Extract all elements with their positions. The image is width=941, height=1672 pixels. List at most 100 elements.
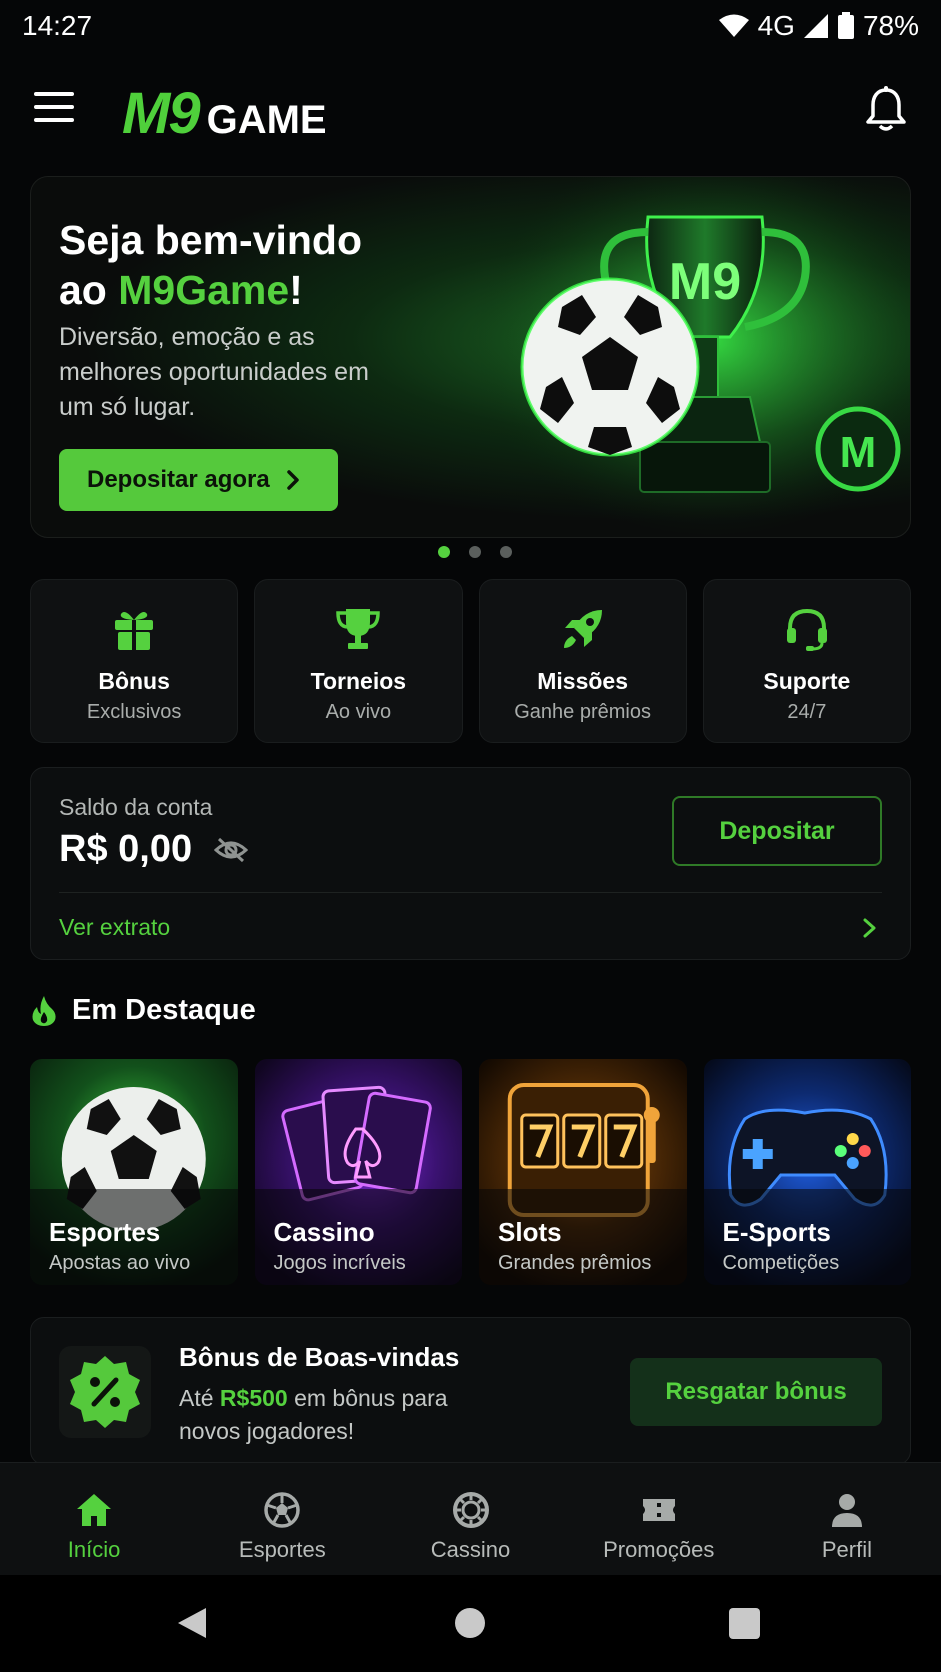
logo-word: GAME (206, 98, 327, 142)
signal-icon (803, 14, 828, 38)
app-header: M9 GAME (0, 62, 941, 158)
battery-level: 78% (862, 10, 919, 41)
menu-icon-line (34, 92, 74, 96)
status-indicators: 4G 78% (718, 10, 919, 42)
ball-icon (264, 1492, 301, 1528)
eye-off-icon[interactable] (214, 836, 249, 864)
feature-missions[interactable]: Missões Ganhe prêmios (478, 579, 687, 743)
card-subtitle: Apostas ao vivo (49, 1252, 191, 1274)
card-title: E-Sports (722, 1217, 831, 1247)
nav-profile[interactable]: Perfil (753, 1463, 941, 1575)
carousel-dot[interactable] (468, 546, 481, 558)
nav-casino[interactable]: Cassino (376, 1463, 564, 1575)
trophy-engraving: M9 (669, 253, 741, 311)
card-subtitle: Jogos incríveis (273, 1252, 406, 1274)
feature-subtitle: 24/7 (787, 701, 827, 723)
claim-bonus-button[interactable]: Resgatar bônus (630, 1358, 882, 1426)
view-statement-link[interactable]: Ver extrato (59, 914, 170, 941)
feature-tiles: Bônus Exclusivos Torneios Ao vivo Missõe… (30, 579, 911, 743)
hero-title-prefix: ao (59, 267, 119, 313)
bonus-amount: R$500 (219, 1385, 288, 1411)
deposit-now-button[interactable]: Depositar agora (59, 449, 338, 511)
percent-badge-icon (70, 1356, 140, 1428)
bonus-badge (59, 1346, 151, 1438)
card-subtitle: Competições (722, 1252, 840, 1274)
feature-title: Suporte (763, 668, 851, 694)
balance-amount-row: R$ 0,00 (59, 828, 249, 871)
feature-bonus[interactable]: Bônus Exclusivos (30, 579, 239, 743)
hero-banner[interactable]: M9 M Seja bem-vindo ao M9Game! Diversão,… (30, 176, 911, 538)
carousel-dot[interactable] (437, 546, 450, 558)
feature-title: Torneios (310, 668, 407, 694)
feature-support[interactable]: Suporte 24/7 (702, 579, 911, 743)
carousel-indicator (0, 546, 941, 558)
nav-label: Promoções (603, 1537, 715, 1562)
card-casino[interactable]: Cassino Jogos incríveis (254, 1059, 462, 1285)
card-title: Slots (498, 1217, 562, 1247)
feature-tournaments[interactable]: Torneios Ao vivo (254, 579, 463, 743)
notification-bell-icon[interactable] (865, 86, 907, 132)
system-navigation-bar (0, 1575, 941, 1672)
balance-label: Saldo da conta (59, 794, 213, 820)
menu-icon-line (34, 105, 74, 109)
chevron-right-icon[interactable] (860, 914, 880, 942)
fire-icon (32, 995, 56, 1026)
card-subtitle: Grandes prêmios (498, 1252, 652, 1274)
nav-promotions[interactable]: Promoções (565, 1463, 753, 1575)
bonus-text-prefix: Até (179, 1385, 220, 1411)
trophy-icon (336, 609, 381, 649)
card-title: Esportes (49, 1217, 161, 1247)
status-bar: 14:27 4G 78% (0, 0, 941, 52)
home-icon (77, 1494, 112, 1526)
logo-mark: M9 (122, 81, 201, 146)
ticket-icon (642, 1499, 675, 1521)
status-time: 14:27 (22, 10, 93, 41)
bottom-navigation: Início Esportes Cassino Promoções Perfil (0, 1462, 941, 1575)
highlight-cards: Esportes Apostas ao vivo Cassino Jogos i… (30, 1059, 911, 1285)
back-icon[interactable] (174, 1605, 210, 1641)
highlights-title: Em Destaque (72, 994, 256, 1026)
hero-title: Seja bem-vindo ao M9Game! (59, 215, 419, 315)
brand-logo[interactable]: M9 GAME (122, 80, 327, 147)
feature-subtitle: Ao vivo (325, 701, 392, 723)
nav-sports[interactable]: Esportes (188, 1463, 376, 1575)
card-slots[interactable]: Slots Grandes prêmios (479, 1059, 687, 1285)
deposit-button[interactable]: Depositar (672, 796, 882, 866)
hero-title-line1: Seja bem-vindo (59, 217, 363, 263)
wifi-icon (718, 14, 749, 37)
card-title: Cassino (273, 1217, 375, 1247)
nav-home[interactable]: Início (0, 1463, 188, 1575)
coin-engraving: M (840, 428, 877, 477)
casino-chip-icon (452, 1492, 489, 1528)
nav-label: Cassino (430, 1537, 511, 1562)
carousel-dot[interactable] (499, 546, 512, 558)
battery-icon (837, 12, 854, 39)
gift-icon (115, 612, 154, 650)
balance-card: Saldo da conta R$ 0,00 Depositar Ver ext… (30, 767, 911, 960)
rocket-icon (563, 610, 602, 648)
card-esports[interactable]: E-Sports Competições (703, 1059, 911, 1285)
recent-apps-button[interactable] (729, 1608, 760, 1639)
welcome-bonus-card: Bônus de Boas-vindas Até R$500 em bônus … (30, 1317, 911, 1465)
chevron-right-icon (286, 470, 299, 490)
nav-label: Perfil (821, 1537, 872, 1562)
feature-subtitle: Exclusivos (86, 701, 182, 723)
feature-title: Bônus (98, 668, 170, 694)
divider (59, 892, 882, 893)
user-icon (831, 1494, 862, 1527)
nav-label: Esportes (238, 1537, 326, 1562)
bonus-title: Bônus de Boas-vindas (179, 1342, 460, 1372)
bonus-description: Até R$500 em bônus para novos jogadores! (179, 1382, 489, 1448)
headset-icon (786, 608, 827, 651)
menu-button[interactable] (34, 92, 74, 124)
feature-subtitle: Ganhe prêmios (514, 701, 651, 723)
home-button[interactable] (455, 1608, 485, 1638)
hero-trophy-ball-illustration: M9 M (470, 177, 910, 537)
nav-label: Início (67, 1537, 121, 1562)
card-sports[interactable]: Esportes Apostas ao vivo (30, 1059, 238, 1285)
balance-amount: R$ 0,00 (59, 828, 193, 870)
hero-title-brand: M9Game (118, 267, 290, 313)
hero-title-suffix: ! (289, 267, 303, 313)
hero-subtitle: Diversão, emoção e as melhores oportunid… (59, 323, 369, 421)
menu-icon-line (34, 118, 74, 122)
